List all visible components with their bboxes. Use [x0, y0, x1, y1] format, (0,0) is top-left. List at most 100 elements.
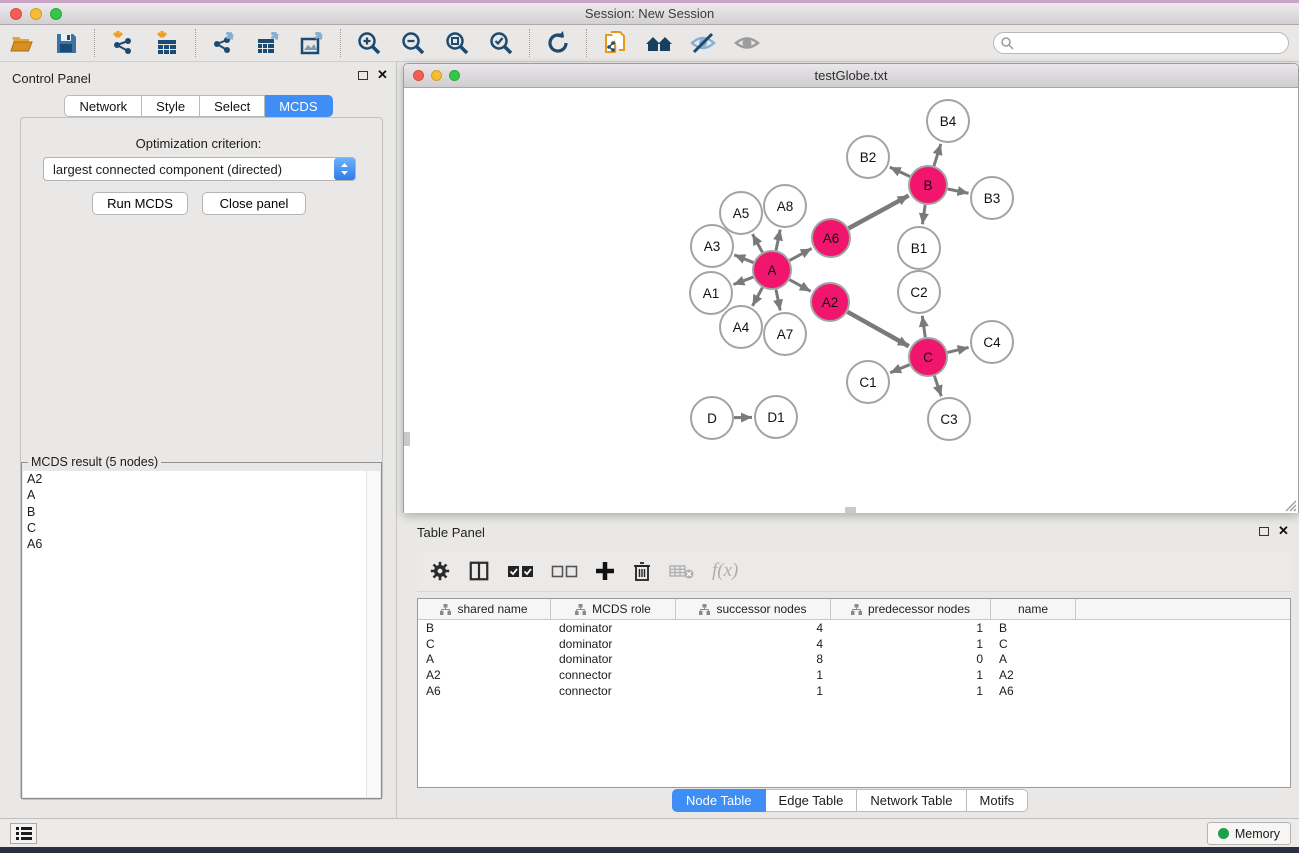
table-cell[interactable]: connector [551, 668, 676, 682]
table-cell[interactable]: 1 [831, 668, 991, 682]
tab-style[interactable]: Style [142, 95, 200, 117]
run-mcds-button[interactable]: Run MCDS [92, 192, 188, 215]
show-column-icon[interactable] [468, 560, 490, 582]
edge-C-C2[interactable] [922, 316, 925, 337]
save-session-icon[interactable] [51, 29, 81, 57]
column-header-name[interactable]: name [991, 599, 1076, 619]
duplicate-network-icon[interactable] [600, 29, 630, 57]
export-table-icon[interactable] [253, 29, 283, 57]
edge-C-C4[interactable] [947, 347, 968, 352]
edge-A-A1[interactable] [733, 277, 753, 284]
table-cell[interactable]: dominator [551, 637, 676, 651]
add-column-icon[interactable] [595, 561, 615, 581]
edge-B-B4[interactable] [934, 144, 941, 166]
horizontal-scroll-thumb[interactable] [845, 507, 856, 513]
column-header-MCDS-role[interactable]: MCDS role [551, 599, 676, 619]
apply-function-icon[interactable]: f(x) [712, 560, 738, 582]
zoom-out-icon[interactable] [398, 29, 428, 57]
edge-A-A8[interactable] [776, 230, 780, 251]
zoom-fit-icon[interactable] [442, 29, 472, 57]
edge-C-C3[interactable] [934, 376, 941, 396]
table-row[interactable]: A2connector11A2 [418, 667, 1290, 683]
tab-mcds[interactable]: MCDS [265, 95, 332, 117]
edge-A-A7[interactable] [776, 290, 780, 311]
edge-A-A2[interactable] [790, 280, 811, 292]
zoom-selected-icon[interactable] [486, 29, 516, 57]
vertical-scroll-thumb[interactable] [404, 432, 410, 446]
delete-column-trash-icon[interactable] [632, 560, 652, 582]
table-row[interactable]: Adominator80A [418, 652, 1290, 668]
result-list-item[interactable]: C [23, 520, 366, 536]
deselect-all-columns-icon[interactable] [551, 564, 578, 578]
edge-A-A6[interactable] [790, 248, 812, 260]
tab-motifs[interactable]: Motifs [967, 789, 1029, 812]
edge-B-B1[interactable] [922, 205, 925, 224]
network-window-titlebar[interactable]: testGlobe.txt [404, 64, 1298, 88]
tab-network-table[interactable]: Network Table [857, 789, 966, 812]
table-cell[interactable]: connector [551, 684, 676, 698]
select-all-columns-icon[interactable] [507, 564, 534, 578]
result-list-item[interactable]: A [23, 487, 366, 503]
table-cell[interactable]: 1 [676, 684, 831, 698]
close-panel-icon[interactable]: ✕ [377, 70, 388, 80]
table-cell[interactable]: A2 [991, 668, 1076, 682]
task-history-button[interactable] [10, 823, 37, 844]
table-cell[interactable]: 1 [676, 668, 831, 682]
column-header-predecessor-nodes[interactable]: predecessor nodes [831, 599, 991, 619]
edge-A-A4[interactable] [752, 288, 762, 306]
close-table-panel-icon[interactable]: ✕ [1278, 526, 1289, 536]
table-cell[interactable]: 1 [831, 684, 991, 698]
table-cell[interactable]: A6 [991, 684, 1076, 698]
tab-network[interactable]: Network [64, 95, 142, 117]
float-panel-icon[interactable] [358, 71, 368, 80]
table-cell[interactable]: 1 [831, 637, 991, 651]
tab-node-table[interactable]: Node Table [672, 789, 766, 812]
memory-button[interactable]: Memory [1207, 822, 1291, 845]
table-row[interactable]: Cdominator41C [418, 636, 1290, 652]
hide-selected-icon[interactable] [688, 29, 718, 57]
table-cell[interactable]: A [418, 652, 551, 666]
table-cell[interactable]: C [991, 637, 1076, 651]
table-cell[interactable]: 8 [676, 652, 831, 666]
edge-A2-C[interactable] [847, 312, 908, 346]
refresh-icon[interactable] [543, 29, 573, 57]
export-network-icon[interactable] [209, 29, 239, 57]
import-table-icon[interactable] [152, 29, 182, 57]
delete-table-icon[interactable] [669, 563, 695, 579]
edge-C-C1[interactable] [890, 365, 909, 373]
tab-select[interactable]: Select [200, 95, 265, 117]
table-cell[interactable]: 0 [831, 652, 991, 666]
table-cell[interactable]: 4 [676, 621, 831, 635]
open-session-icon[interactable] [7, 29, 37, 57]
criterion-dropdown[interactable]: largest connected component (directed) [43, 157, 356, 181]
result-list-item[interactable]: B [23, 504, 366, 520]
result-list-item[interactable]: A6 [23, 536, 366, 552]
edge-B-B3[interactable] [948, 189, 969, 193]
tab-edge-table[interactable]: Edge Table [766, 789, 858, 812]
column-header-shared-name[interactable]: shared name [418, 599, 551, 619]
edge-A-A5[interactable] [752, 234, 762, 252]
zoom-in-icon[interactable] [354, 29, 384, 57]
result-list-item[interactable]: A2 [23, 471, 366, 487]
result-list-scrollbar[interactable] [366, 471, 380, 797]
edge-A-A3[interactable] [734, 255, 753, 263]
table-cell[interactable]: B [991, 621, 1076, 635]
table-row[interactable]: Bdominator41B [418, 620, 1290, 636]
window-resize-grip[interactable] [1284, 499, 1297, 512]
table-cell[interactable]: A6 [418, 684, 551, 698]
table-cell[interactable]: dominator [551, 621, 676, 635]
import-network-icon[interactable] [108, 29, 138, 57]
home-first-neighbors-icon[interactable] [644, 29, 674, 57]
search-input[interactable] [993, 32, 1289, 54]
export-image-icon[interactable] [297, 29, 327, 57]
edge-A6-B[interactable] [849, 196, 909, 229]
table-cell[interactable]: 4 [676, 637, 831, 651]
table-cell[interactable]: 1 [831, 621, 991, 635]
table-options-gear-icon[interactable] [429, 560, 451, 582]
table-cell[interactable]: A [991, 652, 1076, 666]
float-table-panel-icon[interactable] [1259, 527, 1269, 536]
edge-B-B2[interactable] [890, 167, 910, 176]
mcds-result-list[interactable]: A2ABCA6 [23, 471, 366, 797]
table-cell[interactable]: dominator [551, 652, 676, 666]
table-cell[interactable]: A2 [418, 668, 551, 682]
